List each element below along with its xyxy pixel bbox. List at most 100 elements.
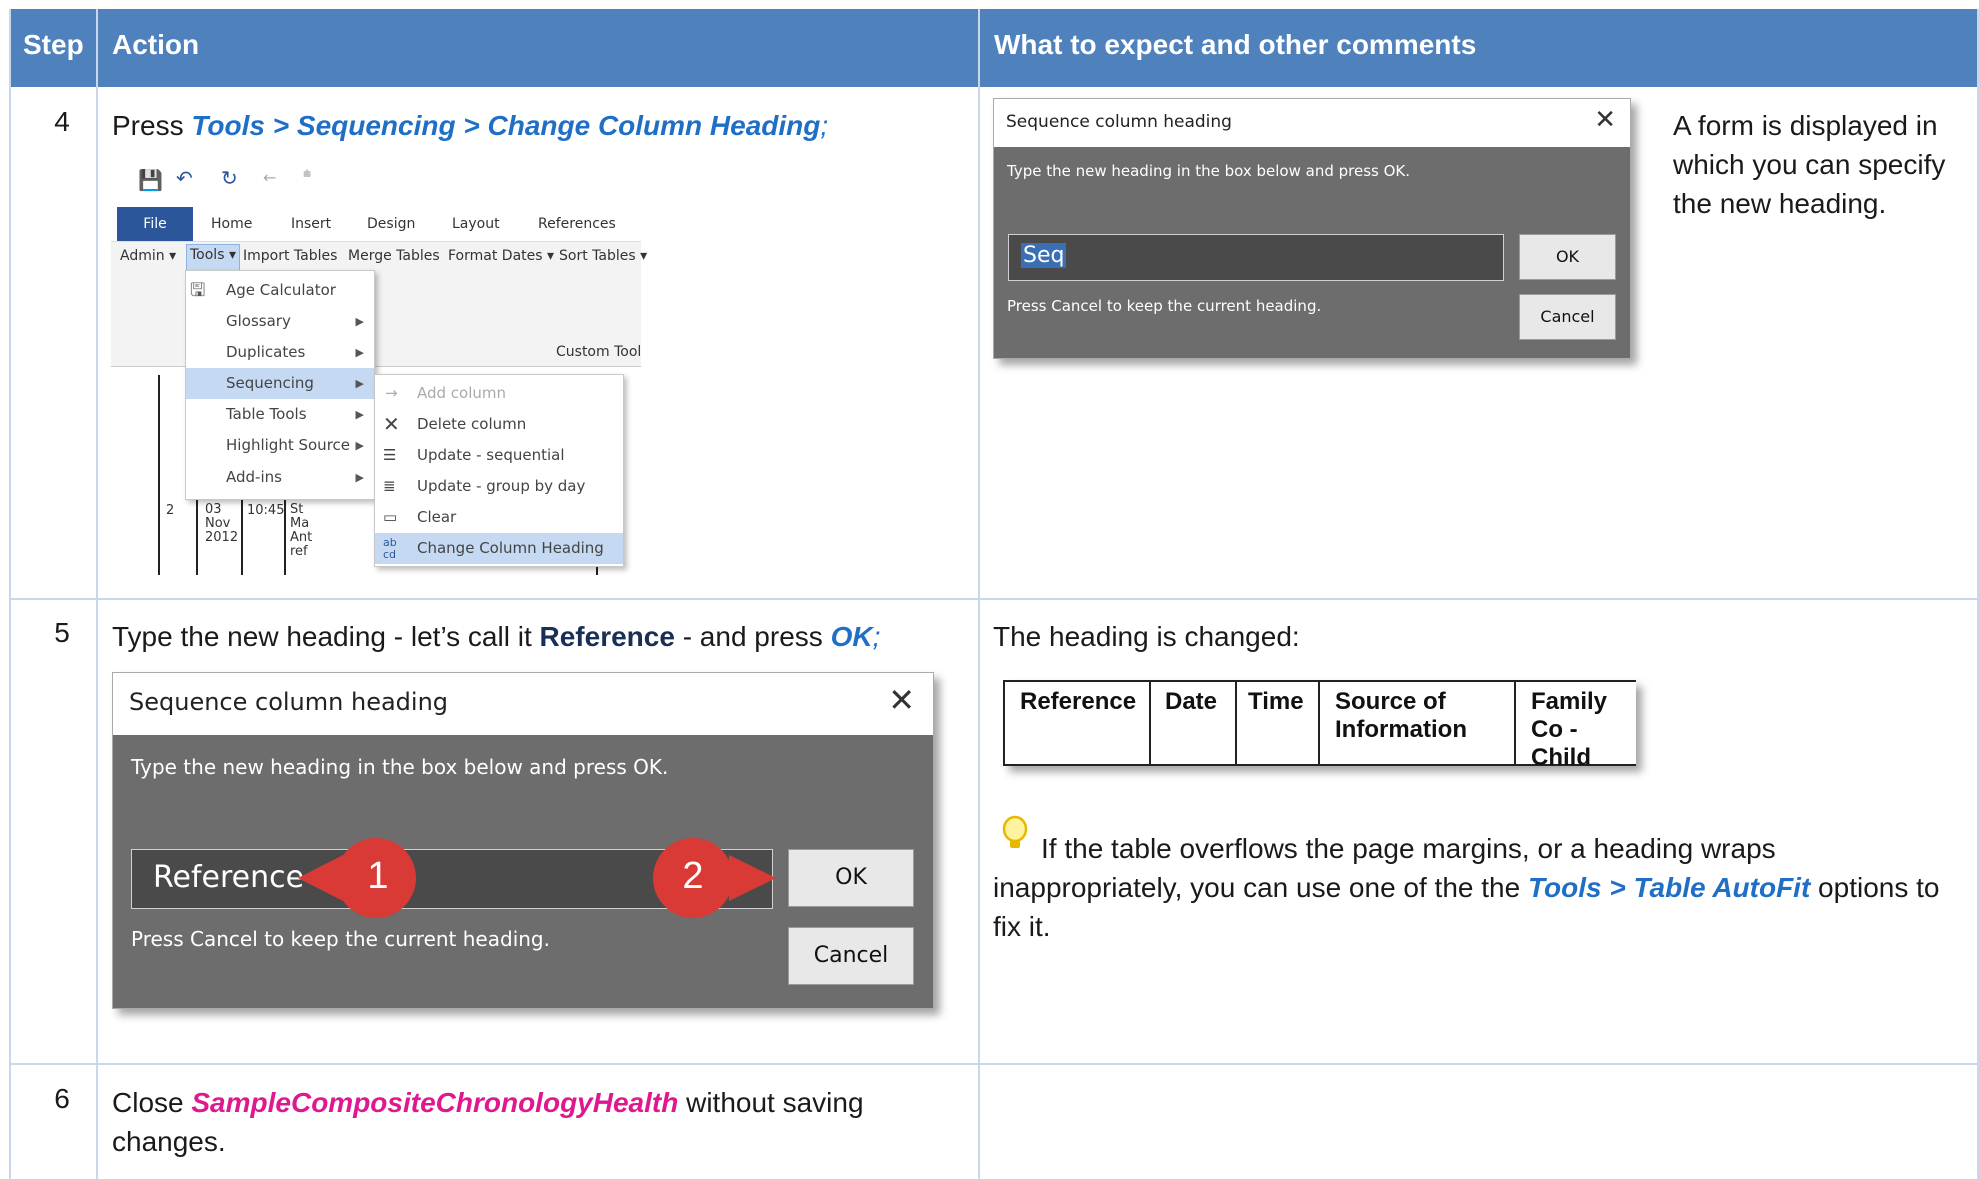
ribbon-sort-tables[interactable]: Sort Tables ▾ bbox=[559, 248, 647, 264]
heading-input-value: Reference bbox=[153, 860, 305, 895]
dialog-title: Sequence column heading bbox=[129, 688, 449, 716]
ribbon-merge-tables[interactable]: Merge Tables bbox=[348, 248, 440, 264]
numbered-list-icon: ☰ bbox=[383, 446, 397, 464]
grid-line bbox=[9, 598, 1979, 600]
dialog-hint: Press Cancel to keep the current heading… bbox=[131, 927, 550, 951]
sequence-heading-dialog-small: Sequence column heading ✕ Type the new h… bbox=[993, 98, 1631, 359]
step-number: 6 bbox=[54, 1083, 70, 1114]
heading-input-value: Seq bbox=[1021, 243, 1067, 268]
tab-layout[interactable]: Layout bbox=[452, 207, 500, 241]
action-text: ; bbox=[820, 110, 829, 141]
redo-icon: ↻ bbox=[221, 166, 238, 190]
callout-1: 1 bbox=[367, 855, 389, 897]
action-text: - and press bbox=[674, 621, 831, 652]
tab-insert[interactable]: Insert bbox=[291, 207, 331, 241]
menu-item-update-group-by-day[interactable]: ≣ Update - group by day bbox=[375, 471, 623, 502]
menu-item-label: Sequencing bbox=[226, 374, 314, 392]
cancel-button[interactable]: Cancel bbox=[788, 927, 914, 985]
menu-item-change-column-heading[interactable]: ab cd Change Column Heading bbox=[375, 533, 623, 564]
submenu-arrow-icon: ▶ bbox=[355, 439, 364, 452]
doc-cell: St Ma Ant ref bbox=[290, 502, 313, 559]
menu-item-label: Add column bbox=[417, 384, 507, 402]
header-step: Step bbox=[23, 29, 84, 60]
ribbon-format-dates[interactable]: Format Dates ▾ bbox=[448, 248, 554, 264]
result-table: Reference Date Time Source of Informatio… bbox=[1003, 680, 1636, 766]
menu-item-clear[interactable]: ▭ Clear bbox=[375, 502, 623, 533]
grid-line bbox=[9, 9, 11, 1179]
menu-item-update-sequential[interactable]: ☰ Update - sequential bbox=[375, 440, 623, 471]
cancel-button[interactable]: Cancel bbox=[1519, 294, 1616, 340]
tab-home[interactable]: Home bbox=[211, 207, 252, 241]
doc-cell: 10:45 bbox=[247, 503, 285, 518]
close-icon[interactable]: ✕ bbox=[888, 681, 915, 719]
menu-item-label: Delete column bbox=[417, 415, 527, 433]
menu-item-highlight-source[interactable]: Highlight Source ▶ bbox=[186, 430, 374, 461]
sequencing-submenu: → Add column ✕ Delete column ☰ Update - … bbox=[374, 374, 624, 567]
sequence-heading-dialog-large: Sequence column heading ✕ Type the new h… bbox=[112, 672, 934, 1009]
close-icon[interactable]: ✕ bbox=[1594, 105, 1616, 135]
table-border bbox=[1318, 680, 1320, 766]
menu-path: Tools > Table AutoFit bbox=[1527, 872, 1811, 903]
menu-item-duplicates[interactable]: Duplicates ▶ bbox=[186, 337, 374, 368]
word-ui-screenshot: 💾 ↶ ↻ ← ⩧ File Home Insert Design Layout… bbox=[111, 160, 647, 576]
table-border bbox=[1235, 680, 1237, 766]
doc-cell: 03 Nov 2012 bbox=[205, 502, 239, 545]
action-text: Press bbox=[112, 110, 192, 141]
group-label: Custom Tool bbox=[556, 344, 642, 360]
save-icon: 💾 bbox=[138, 168, 163, 192]
tab-design[interactable]: Design bbox=[367, 207, 415, 241]
step-number: 5 bbox=[54, 617, 70, 648]
ok-button[interactable]: OK bbox=[1519, 234, 1616, 280]
calculator-icon: 🖫 bbox=[190, 280, 206, 301]
menu-item-label: Table Tools bbox=[226, 405, 307, 423]
table-border bbox=[1149, 680, 1151, 766]
step-5-action: Type the new heading - let’s call it Ref… bbox=[112, 617, 962, 656]
back-icon: ← bbox=[263, 168, 277, 187]
ok-button[interactable]: OK bbox=[788, 849, 914, 907]
menu-item-glossary[interactable]: Glossary ▶ bbox=[186, 306, 374, 337]
menu-item-label: Duplicates bbox=[226, 343, 306, 361]
submenu-arrow-icon: ▶ bbox=[355, 346, 364, 359]
tab-references[interactable]: References bbox=[538, 207, 616, 241]
tab-file[interactable]: File bbox=[117, 207, 193, 241]
arrow-right-icon: → bbox=[385, 384, 398, 402]
action-text: Close bbox=[112, 1087, 192, 1118]
file-name: SampleCompositeChronologyHealth bbox=[191, 1087, 679, 1118]
result-header: Reference bbox=[1020, 688, 1137, 715]
menu-item-label: Clear bbox=[417, 508, 457, 526]
header-expect: What to expect and other comments bbox=[994, 29, 1477, 60]
callout-2: 2 bbox=[682, 855, 704, 897]
clear-icon: ▭ bbox=[383, 508, 398, 526]
menu-item-label: Add-ins bbox=[226, 468, 282, 486]
table-border bbox=[1003, 680, 1005, 766]
menu-item-label: Glossary bbox=[226, 312, 291, 330]
ribbon-admin[interactable]: Admin ▾ bbox=[120, 248, 176, 264]
dialog-title: Sequence column heading bbox=[1006, 112, 1232, 132]
menu-item-add-ins[interactable]: Add-ins ▶ bbox=[186, 462, 374, 493]
submenu-arrow-icon: ▶ bbox=[355, 408, 364, 421]
heading-input[interactable]: Seq bbox=[1008, 234, 1504, 281]
menu-item-delete-column[interactable]: ✕ Delete column bbox=[375, 409, 623, 440]
result-header: Date bbox=[1165, 688, 1218, 715]
result-header: Family Co - Child bbox=[1531, 688, 1614, 766]
table-border bbox=[1514, 680, 1516, 766]
list-icon: ≣ bbox=[383, 477, 396, 495]
grid-line bbox=[9, 1063, 1979, 1065]
menu-item-label: Update - group by day bbox=[417, 477, 586, 495]
ribbon-import-tables[interactable]: Import Tables bbox=[243, 248, 337, 264]
ribbon-tabs: File Home Insert Design Layout Reference… bbox=[111, 207, 641, 241]
customize-icon: ⩧ bbox=[303, 166, 312, 182]
header-action: Action bbox=[112, 29, 200, 60]
dialog-message: Type the new heading in the box below an… bbox=[1007, 162, 1411, 180]
dialog-titlebar: Sequence column heading ✕ bbox=[994, 99, 1630, 147]
callout-2-arrow bbox=[653, 838, 776, 918]
menu-item-sequencing[interactable]: Sequencing ▶ bbox=[186, 368, 374, 399]
dialog-hint: Press Cancel to keep the current heading… bbox=[1007, 297, 1322, 315]
step-4-expect: A form is displayed in which you can spe… bbox=[1673, 110, 1946, 219]
menu-item-label: Age Calculator bbox=[226, 281, 336, 299]
step-5-expect-intro: The heading is changed: bbox=[993, 621, 1300, 652]
menu-item-table-tools[interactable]: Table Tools ▶ bbox=[186, 399, 374, 430]
menu-item-add-column[interactable]: → Add column bbox=[375, 378, 623, 409]
dialog-titlebar: Sequence column heading ✕ bbox=[113, 673, 933, 735]
menu-item-age-calculator[interactable]: 🖫 Age Calculator bbox=[186, 275, 374, 306]
